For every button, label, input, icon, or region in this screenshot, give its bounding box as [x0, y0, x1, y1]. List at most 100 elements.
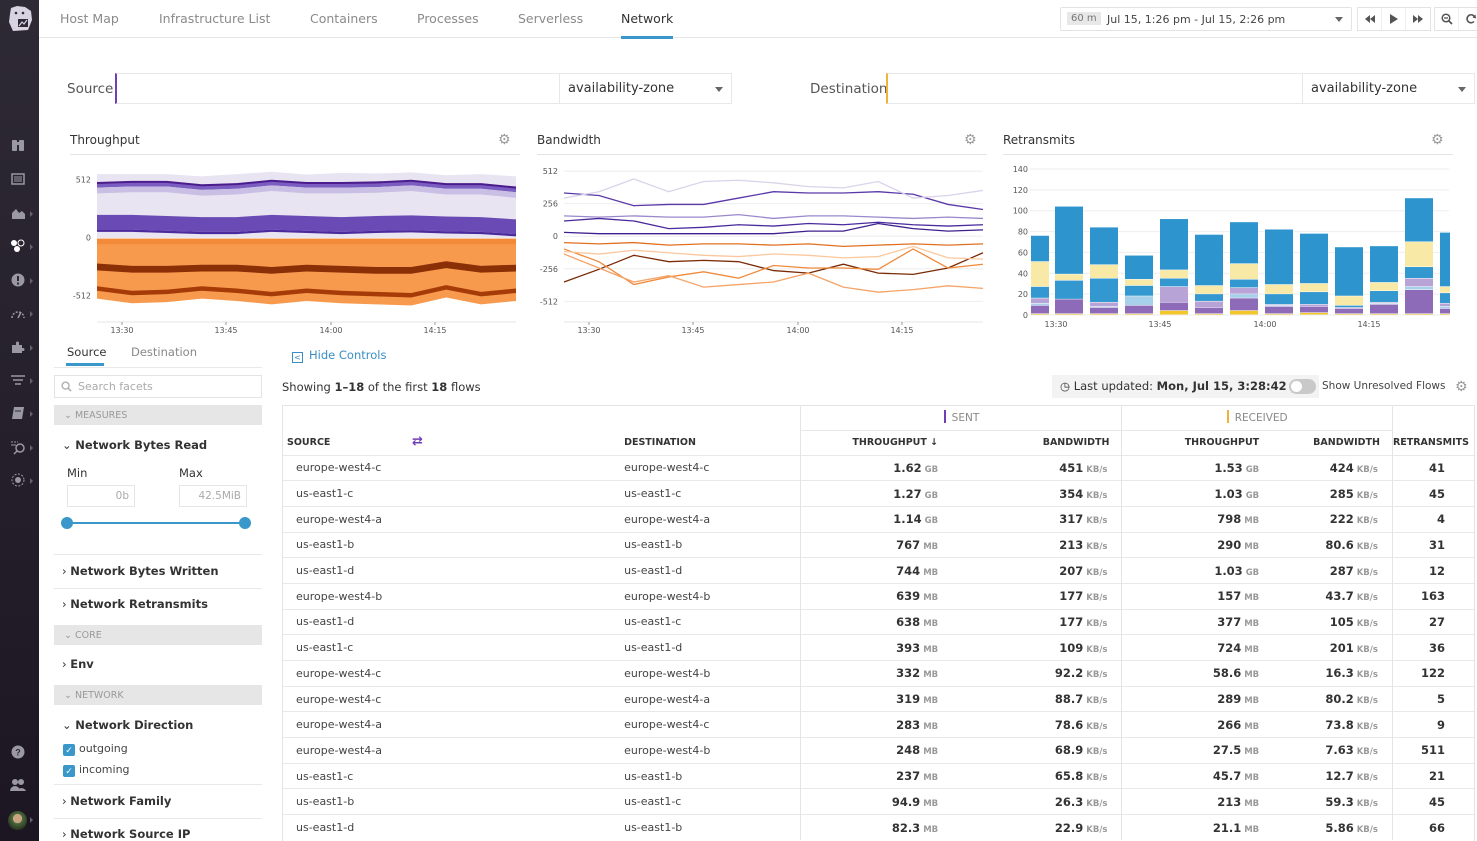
datadog-logo[interactable] — [5, 4, 35, 34]
cell-destination: us-east1-d — [624, 557, 801, 584]
col-source[interactable]: SOURCE ⇄ — [282, 430, 512, 455]
range-slider-track[interactable] — [67, 522, 245, 524]
facet-network-family[interactable]: › Network Family — [62, 794, 171, 808]
retransmit-bar-segment — [1300, 292, 1328, 305]
cell-spacer — [512, 634, 625, 661]
fast-forward-button[interactable] — [1406, 8, 1430, 30]
section-core[interactable]: ⌄ CORE — [54, 625, 262, 645]
collapse-left-icon: < — [292, 352, 303, 363]
destination-value: europe-west4-b — [624, 666, 711, 680]
max-input[interactable]: 42.5MiB — [179, 485, 247, 507]
user-avatar[interactable] — [8, 811, 27, 830]
table-row[interactable]: europe-west4-a europe-west4-b 248 MB 68.9 KB/… — [282, 737, 1475, 764]
time-range-selector[interactable]: 60 m Jul 15, 1:26 pm - Jul 15, 2:26 pm — [1060, 7, 1352, 31]
tab-containers[interactable]: Containers — [310, 11, 378, 26]
facet-network-bytes-written[interactable]: › Network Bytes Written — [62, 564, 219, 578]
facet-network-retransmits[interactable]: › Network Retransmits — [62, 597, 208, 611]
range-slider-max-handle[interactable] — [239, 517, 251, 529]
zoom-out-button[interactable] — [1435, 8, 1459, 30]
col-destination[interactable]: DESTINATION — [624, 430, 801, 455]
table-row[interactable]: europe-west4-c europe-west4-c 1.62 GB 451 KB/… — [282, 454, 1475, 481]
table-row[interactable]: europe-west4-a europe-west4-a 1.14 GB 317 KB/… — [282, 505, 1475, 533]
table-row[interactable]: europe-west4-c europe-west4-b 332 MB 92.2 KB/… — [282, 660, 1475, 687]
checkbox-outgoing[interactable]: ✓ — [63, 744, 75, 756]
tab-processes[interactable]: Processes — [417, 11, 479, 26]
area-chart-icon[interactable] — [9, 205, 27, 221]
table-row[interactable]: us-east1-c us-east1-b 237 MB 65.8 KB/s 45.7 MB 1… — [282, 762, 1475, 789]
refresh-button[interactable] — [1459, 8, 1477, 30]
facet-network-direction[interactable]: ⌄ Network Direction — [62, 718, 193, 732]
col-recv-bandwidth[interactable]: BANDWIDTH — [1267, 430, 1392, 455]
gear-icon[interactable]: ⚙ — [1431, 131, 1444, 148]
destination-groupby-select[interactable]: availability-zone — [1302, 74, 1474, 103]
filter-list-icon[interactable] — [9, 372, 27, 388]
binoculars-icon[interactable] — [9, 137, 27, 153]
col-recv-throughput[interactable]: THROUGHPUT — [1121, 430, 1268, 455]
play-button[interactable] — [1382, 8, 1406, 30]
table-header-spacer — [1391, 405, 1475, 430]
facet-env[interactable]: › Env — [62, 657, 94, 671]
checkbox-incoming[interactable]: ✓ — [63, 765, 75, 777]
hide-controls-button[interactable]: < Hide Controls — [292, 348, 386, 363]
gear-icon[interactable]: ⚙ — [1455, 378, 1468, 395]
col-sent-bandwidth[interactable]: BANDWIDTH — [946, 430, 1122, 455]
table-row[interactable]: us-east1-d us-east1-c 638 MB 177 KB/s 377 MB 105… — [282, 608, 1475, 635]
cell-source: europe-west4-c — [282, 454, 513, 481]
help-icon[interactable]: ? — [9, 744, 27, 760]
retransmit-bar-segment — [1125, 296, 1153, 306]
facet-tab-source[interactable]: Source — [67, 345, 107, 359]
gear-icon[interactable]: ⚙ — [964, 131, 977, 148]
infrastructure-icon[interactable] — [9, 238, 27, 254]
section-measures[interactable]: ⌄ MEASURES — [54, 405, 262, 425]
gear-icon[interactable]: ⚙ — [498, 131, 511, 148]
list-icon[interactable] — [9, 171, 27, 187]
rewind-button[interactable] — [1358, 8, 1382, 30]
col-retransmits[interactable]: RETRANSMITS — [1391, 430, 1475, 455]
tab-infrastructure-list[interactable]: Infrastructure List — [159, 11, 270, 26]
notebook-icon[interactable] — [9, 405, 27, 421]
source-groupby-select[interactable]: availability-zone — [559, 74, 731, 103]
facet-search-input[interactable]: Search facets — [54, 375, 262, 398]
table-row[interactable]: europe-west4-a europe-west4-c 283 MB 78.6 KB/… — [282, 711, 1475, 738]
log-search-icon[interactable] — [9, 439, 27, 455]
table-row[interactable]: us-east1-b us-east1-c 94.9 MB 26.3 KB/s 213 MB 5… — [282, 788, 1475, 815]
retransmit-bar-segment — [1160, 302, 1188, 311]
facet-network-bytes-read[interactable]: ⌄ Network Bytes Read — [62, 438, 207, 452]
table-row[interactable]: europe-west4-b europe-west4-b 639 MB 177 KB/s… — [282, 582, 1475, 610]
x-tick-label: 14:15 — [890, 326, 913, 335]
range-slider-min-handle[interactable] — [61, 517, 73, 529]
min-input[interactable]: 0b — [67, 485, 135, 507]
facet-tab-destination[interactable]: Destination — [131, 345, 197, 359]
value: 163 — [1420, 589, 1445, 604]
table-row[interactable]: us-east1-c us-east1-d 393 MB 109 KB/s 724 MB 201… — [282, 634, 1475, 661]
team-icon[interactable] — [9, 777, 27, 793]
tab-serverless[interactable]: Serverless — [518, 11, 583, 26]
tab-host-map[interactable]: Host Map — [60, 11, 119, 26]
cell-recv-bandwidth: 424 KB/s — [1267, 454, 1393, 481]
show-unresolved-toggle[interactable] — [1289, 379, 1316, 394]
table-row[interactable]: us-east1-c us-east1-c 1.27 GB 354 KB/s 1.03 GB 2… — [282, 480, 1475, 507]
section-network[interactable]: ⌄ NETWORK — [54, 685, 262, 705]
tab-network[interactable]: Network — [621, 11, 674, 39]
table-row[interactable]: europe-west4-c europe-west4-a 319 MB 88.7 KB/… — [282, 685, 1475, 712]
chevron-down-icon: ⌄ — [64, 690, 75, 701]
destination-value: europe-west4-b — [624, 743, 711, 757]
value: 207 — [1059, 563, 1084, 578]
col-sent-throughput[interactable]: THROUGHPUT ↓ — [800, 430, 947, 455]
cell-recv-throughput: 1.53 GB — [1121, 454, 1268, 481]
puzzle-icon[interactable] — [9, 339, 27, 355]
table-row[interactable]: us-east1-d us-east1-b 82.3 MB 22.9 KB/s 21.1 MB… — [282, 814, 1475, 841]
value: 201 — [1329, 640, 1354, 655]
source-filter-input[interactable] — [117, 74, 557, 103]
table-row[interactable]: us-east1-b us-east1-b 767 MB 213 KB/s 290 MB 80.… — [282, 531, 1475, 558]
facet-label: Network Retransmits — [70, 597, 208, 611]
table-row[interactable]: us-east1-d us-east1-d 744 MB 207 KB/s 1.03 GB 28… — [282, 557, 1475, 584]
alert-icon[interactable] — [9, 272, 27, 288]
gauge-icon[interactable] — [9, 305, 27, 321]
security-icon[interactable] — [9, 472, 27, 488]
unit: MB — [923, 747, 939, 758]
cell-recv-bandwidth: 80.2 KB/s — [1267, 685, 1393, 712]
swap-direction-icon[interactable]: ⇄ — [412, 434, 423, 449]
destination-filter-input[interactable] — [888, 74, 1298, 103]
facet-network-source-ip[interactable]: › Network Source IP — [62, 827, 190, 841]
